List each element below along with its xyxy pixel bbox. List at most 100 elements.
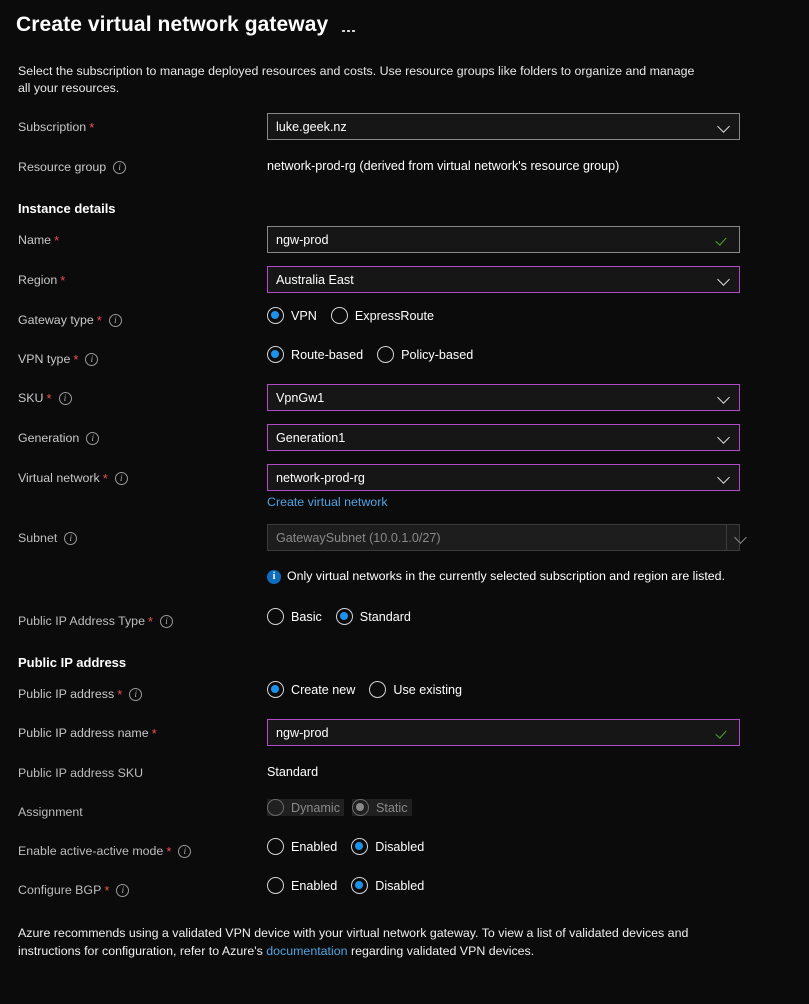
- required-marker: *: [117, 686, 123, 702]
- field-row-public-ip-address-name: Public IP address name * ngw-prod: [0, 719, 809, 746]
- more-options-icon[interactable]: [342, 15, 355, 35]
- gateway-type-control: VPN ExpressRoute: [267, 306, 809, 324]
- radio-label: ExpressRoute: [354, 308, 435, 323]
- public-ip-address-name-label: Public IP address name *: [18, 719, 267, 743]
- public-ip-address-label: Public IP address * i: [18, 680, 267, 704]
- region-dropdown[interactable]: Australia East: [267, 266, 740, 293]
- subscription-dropdown[interactable]: luke.geek.nz: [267, 113, 740, 140]
- vnet-info-message: i Only virtual networks in the currently…: [267, 567, 729, 585]
- create-virtual-network-link[interactable]: Create virtual network: [267, 495, 388, 509]
- public-ip-address-name-input[interactable]: ngw-prod: [267, 719, 740, 746]
- radio-label: Create new: [291, 682, 356, 697]
- virtual-network-dropdown[interactable]: network-prod-rg: [267, 464, 740, 491]
- info-icon[interactable]: i: [85, 352, 99, 366]
- radio-option-standard[interactable]: Standard: [335, 608, 411, 625]
- radio-option-basic[interactable]: Basic: [267, 608, 322, 625]
- field-row-virtual-network: Virtual network * i network-prod-rg Crea…: [0, 464, 809, 511]
- info-icon[interactable]: i: [64, 531, 78, 545]
- radio-label: Basic: [291, 609, 322, 624]
- field-row-generation: Generation i Generation1: [0, 424, 809, 451]
- assignment-control: Dynamic Static: [267, 798, 809, 816]
- info-icon[interactable]: i: [113, 160, 127, 174]
- generation-control: Generation1: [267, 424, 809, 451]
- public-ip-address-name-value: ngw-prod: [276, 725, 329, 740]
- resource-group-label: Resource group i: [18, 153, 267, 177]
- radio-option-disabled[interactable]: Disabled: [351, 838, 424, 855]
- subnet-label-text: Subnet: [18, 531, 58, 545]
- virtual-network-label: Virtual network * i: [18, 464, 267, 488]
- required-marker: *: [73, 351, 79, 367]
- active-active-label-text: Enable active-active mode: [18, 844, 164, 858]
- gateway-form: Subscription * luke.geek.nz Resource gro…: [0, 113, 809, 902]
- region-label-text: Region: [18, 273, 58, 287]
- virtual-network-value: network-prod-rg: [276, 470, 365, 485]
- documentation-link[interactable]: documentation: [266, 944, 347, 958]
- chevron-down-icon[interactable]: [718, 391, 731, 404]
- generation-dropdown[interactable]: Generation1: [267, 424, 740, 451]
- sku-label: SKU * i: [18, 384, 267, 408]
- virtual-network-control: network-prod-rg Create virtual network: [267, 464, 809, 511]
- sku-value: VpnGw1: [276, 390, 325, 405]
- info-icon[interactable]: i: [108, 313, 122, 327]
- radio-label: Standard: [359, 609, 411, 624]
- info-icon[interactable]: i: [114, 471, 128, 485]
- gateway-type-label: Gateway type * i: [18, 306, 267, 330]
- info-icon[interactable]: i: [129, 687, 143, 701]
- radio-option-enabled[interactable]: Enabled: [267, 838, 337, 855]
- active-active-label: Enable active-active mode * i: [18, 837, 267, 861]
- radio-dot-icon: [377, 346, 395, 363]
- resource-group-value: network-prod-rg (derived from virtual ne…: [267, 159, 620, 173]
- radio-label: Enabled: [291, 878, 338, 893]
- subnet-dropdown: GatewaySubnet (10.0.1.0/27): [267, 524, 740, 551]
- radio-dot-icon: [267, 307, 284, 324]
- vpn-type-radio-group: Route-based Policy-based: [267, 345, 741, 363]
- subscription-value: luke.geek.nz: [276, 119, 347, 134]
- public-ip-address-type-label: Public IP Address Type * i: [18, 607, 267, 631]
- field-row-active-active: Enable active-active mode * i Enabled Di…: [0, 837, 809, 863]
- field-row-resource-group: Resource group i network-prod-rg (derive…: [0, 153, 809, 179]
- chevron-down-icon[interactable]: [718, 120, 731, 133]
- chevron-down-icon[interactable]: [718, 273, 731, 286]
- virtual-network-label-text: Virtual network: [18, 471, 100, 485]
- radio-option-expressroute[interactable]: ExpressRoute: [330, 307, 435, 324]
- required-marker: *: [147, 613, 154, 629]
- public-ip-address-type-radio-group: Basic Standard: [267, 607, 741, 625]
- field-row-subnet: Subnet i GatewaySubnet (10.0.1.0/27): [0, 524, 809, 551]
- radio-label: Static: [376, 800, 408, 815]
- chevron-down-icon[interactable]: [718, 471, 731, 484]
- info-icon[interactable]: i: [178, 844, 192, 858]
- radio-option-use-existing[interactable]: Use existing: [369, 681, 462, 698]
- radio-option-enabled[interactable]: Enabled: [267, 877, 337, 894]
- radio-label: VPN: [291, 308, 317, 323]
- info-icon[interactable]: i: [116, 883, 130, 897]
- radio-dot-icon: [352, 799, 369, 816]
- radio-dot-icon: [351, 838, 369, 855]
- public-ip-address-sku-label: Public IP address SKU: [18, 759, 267, 783]
- info-icon[interactable]: i: [160, 614, 174, 628]
- info-icon[interactable]: i: [86, 431, 100, 445]
- field-row-public-ip-address-sku: Public IP address SKU Standard: [0, 759, 809, 785]
- region-control: Australia East: [267, 266, 809, 293]
- radio-option-vpn[interactable]: VPN: [267, 307, 317, 324]
- sku-dropdown[interactable]: VpnGw1: [267, 384, 740, 411]
- radio-option-disabled[interactable]: Disabled: [351, 877, 424, 894]
- field-row-public-ip-address-type: Public IP Address Type * i Basic Standar…: [0, 607, 809, 633]
- required-marker: *: [102, 470, 108, 486]
- subscription-control: luke.geek.nz: [267, 113, 809, 140]
- blade-header: Create virtual network gateway: [0, 0, 809, 40]
- chevron-down-icon[interactable]: [718, 431, 731, 444]
- name-input[interactable]: ngw-prod: [267, 226, 740, 253]
- info-icon[interactable]: i: [58, 391, 72, 405]
- radio-option-create-new[interactable]: Create new: [267, 681, 355, 698]
- field-row-region: Region * Australia East: [0, 266, 809, 293]
- public-ip-address-radio-group: Create new Use existing: [267, 680, 741, 698]
- chevron-down-icon: [726, 525, 739, 550]
- region-value: Australia East: [276, 272, 354, 287]
- active-active-radio-group: Enabled Disabled: [267, 837, 741, 855]
- spacer-label: [18, 567, 267, 571]
- sku-label-text: SKU: [18, 391, 44, 405]
- radio-option-policy-based[interactable]: Policy-based: [377, 346, 473, 363]
- radio-option-route-based[interactable]: Route-based: [267, 346, 363, 363]
- subnet-label: Subnet i: [18, 524, 267, 548]
- valid-check-icon: [717, 233, 731, 247]
